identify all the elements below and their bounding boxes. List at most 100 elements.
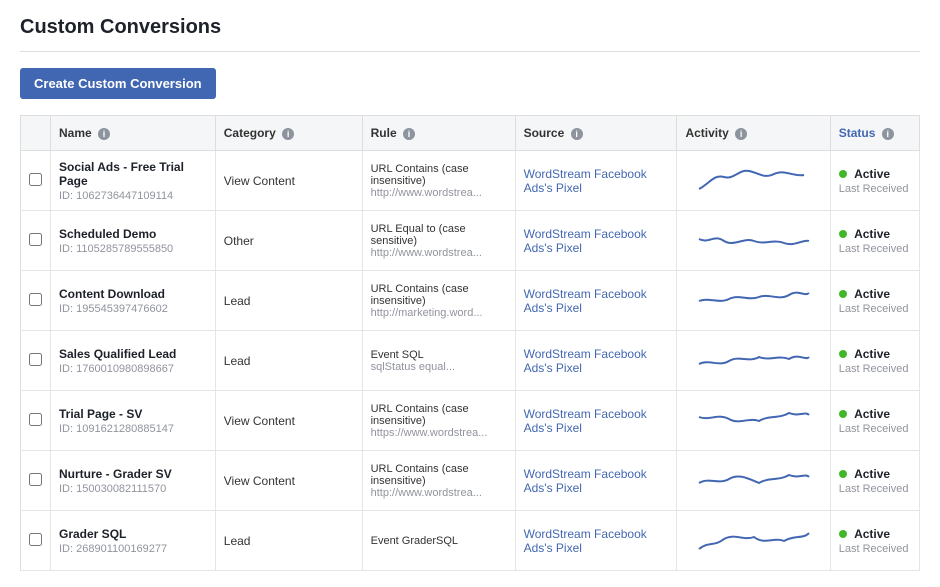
- row-checkbox-cell: [21, 331, 51, 391]
- row-checkbox[interactable]: [29, 413, 42, 426]
- row-category: Lead: [215, 271, 362, 331]
- row-checkbox[interactable]: [29, 533, 42, 546]
- row-activity: [677, 391, 830, 451]
- row-activity: [677, 151, 830, 211]
- row-activity: [677, 271, 830, 331]
- sparkline-chart: [694, 399, 814, 439]
- category-info-icon[interactable]: i: [282, 128, 294, 140]
- status-received: Last Received: [839, 423, 911, 435]
- header-checkbox-cell: [21, 116, 51, 151]
- row-id: ID: 1091621280885147: [59, 423, 207, 435]
- sparkline-chart: [694, 279, 814, 319]
- status-dot: [839, 470, 847, 478]
- row-name-cell: Sales Qualified Lead ID: 1760010980898667: [51, 331, 216, 391]
- row-rule: URL Contains (caseinsensitive)http://mar…: [362, 271, 515, 331]
- status-dot: [839, 530, 847, 538]
- row-activity: [677, 451, 830, 511]
- row-checkbox-cell: [21, 151, 51, 211]
- page-title: Custom Conversions: [20, 16, 920, 52]
- row-id: ID: 1105285789555850: [59, 243, 207, 255]
- status-info-icon[interactable]: i: [882, 128, 894, 140]
- table-row: Scheduled DemoID: 1105285789555850OtherU…: [21, 211, 920, 271]
- row-name: Content Download: [59, 287, 207, 301]
- status-label-row: Active: [839, 347, 911, 361]
- status-label-row: Active: [839, 227, 911, 241]
- row-id: ID: 1760010980898667: [59, 363, 207, 375]
- row-checkbox[interactable]: [29, 353, 42, 366]
- row-name: Scheduled Demo: [59, 227, 207, 241]
- row-checkbox-cell: [21, 451, 51, 511]
- row-checkbox[interactable]: [29, 233, 42, 246]
- row-source: WordStream Facebook Ads's Pixel: [515, 151, 677, 211]
- row-status: Active Last Received: [830, 271, 919, 331]
- row-category: View Content: [215, 151, 362, 211]
- source-link[interactable]: WordStream Facebook Ads's Pixel: [524, 287, 647, 315]
- row-activity: [677, 511, 830, 571]
- row-name: Trial Page - SV: [59, 407, 207, 421]
- row-status: Active Last Received: [830, 391, 919, 451]
- row-rule: URL Contains (caseinsensitive)http://www…: [362, 451, 515, 511]
- source-link[interactable]: WordStream Facebook Ads's Pixel: [524, 167, 647, 195]
- status-label: Active: [854, 227, 890, 241]
- source-link[interactable]: WordStream Facebook Ads's Pixel: [524, 407, 647, 435]
- status-label: Active: [854, 407, 890, 421]
- row-name-cell: Nurture - Grader SVID: 150030082111570: [51, 451, 216, 511]
- row-checkbox-cell: [21, 211, 51, 271]
- row-name: Grader SQL: [59, 527, 207, 541]
- status-label: Active: [854, 347, 890, 361]
- header-status: Status i: [830, 116, 919, 151]
- row-checkbox[interactable]: [29, 473, 42, 486]
- row-status: Active Last Received: [830, 451, 919, 511]
- table-row: Grader SQLID: 268901100169277LeadEvent G…: [21, 511, 920, 571]
- row-activity: [677, 211, 830, 271]
- row-id: ID: 150030082111570: [59, 483, 207, 495]
- status-active-container: Active Last Received: [839, 287, 911, 315]
- row-source: WordStream Facebook Ads's Pixel: [515, 271, 677, 331]
- row-source: WordStream Facebook Ads's Pixel: [515, 511, 677, 571]
- status-received: Last Received: [839, 483, 911, 495]
- status-received: Last Received: [839, 243, 911, 255]
- activity-info-icon[interactable]: i: [735, 128, 747, 140]
- status-active-container: Active Last Received: [839, 467, 911, 495]
- row-name: Social Ads - Free Trial Page: [59, 160, 207, 188]
- source-link[interactable]: WordStream Facebook Ads's Pixel: [524, 527, 647, 555]
- row-status: Active Last Received: [830, 151, 919, 211]
- source-link[interactable]: WordStream Facebook Ads's Pixel: [524, 467, 647, 495]
- row-name: Sales Qualified Lead: [59, 347, 207, 361]
- row-category: Lead: [215, 331, 362, 391]
- sparkline-chart: [694, 159, 814, 199]
- status-label-row: Active: [839, 287, 911, 301]
- status-label-row: Active: [839, 527, 911, 541]
- rule-info-icon[interactable]: i: [403, 128, 415, 140]
- row-name-cell: Trial Page - SV ID: 1091621280885147: [51, 391, 216, 451]
- row-activity: [677, 331, 830, 391]
- create-custom-conversion-button[interactable]: Create Custom Conversion: [20, 68, 216, 99]
- status-label: Active: [854, 287, 890, 301]
- status-dot: [839, 290, 847, 298]
- table-row: Sales Qualified Lead ID: 1760010980898667…: [21, 331, 920, 391]
- row-rule: URL Contains (caseinsensitive)http://www…: [362, 151, 515, 211]
- row-source: WordStream Facebook Ads's Pixel: [515, 331, 677, 391]
- source-link[interactable]: WordStream Facebook Ads's Pixel: [524, 227, 647, 255]
- row-checkbox[interactable]: [29, 173, 42, 186]
- row-status: Active Last Received: [830, 511, 919, 571]
- row-id: ID: 268901100169277: [59, 543, 207, 555]
- row-name-cell: Content DownloadID: 195545397476602: [51, 271, 216, 331]
- row-checkbox[interactable]: [29, 293, 42, 306]
- name-info-icon[interactable]: i: [98, 128, 110, 140]
- status-label-row: Active: [839, 467, 911, 481]
- row-rule: Event SQLsqlStatus equal...: [362, 331, 515, 391]
- row-status: Active Last Received: [830, 211, 919, 271]
- status-active-container: Active Last Received: [839, 347, 911, 375]
- sparkline-chart: [694, 519, 814, 559]
- row-source: WordStream Facebook Ads's Pixel: [515, 451, 677, 511]
- header-activity: Activity i: [677, 116, 830, 151]
- source-link[interactable]: WordStream Facebook Ads's Pixel: [524, 347, 647, 375]
- table-header-row: Name i Category i Rule i Source i Activi…: [21, 116, 920, 151]
- header-source: Source i: [515, 116, 677, 151]
- row-source: WordStream Facebook Ads's Pixel: [515, 391, 677, 451]
- status-active-container: Active Last Received: [839, 167, 911, 195]
- row-rule: URL Equal to (casesensitive)http://www.w…: [362, 211, 515, 271]
- source-info-icon[interactable]: i: [571, 128, 583, 140]
- status-received: Last Received: [839, 183, 911, 195]
